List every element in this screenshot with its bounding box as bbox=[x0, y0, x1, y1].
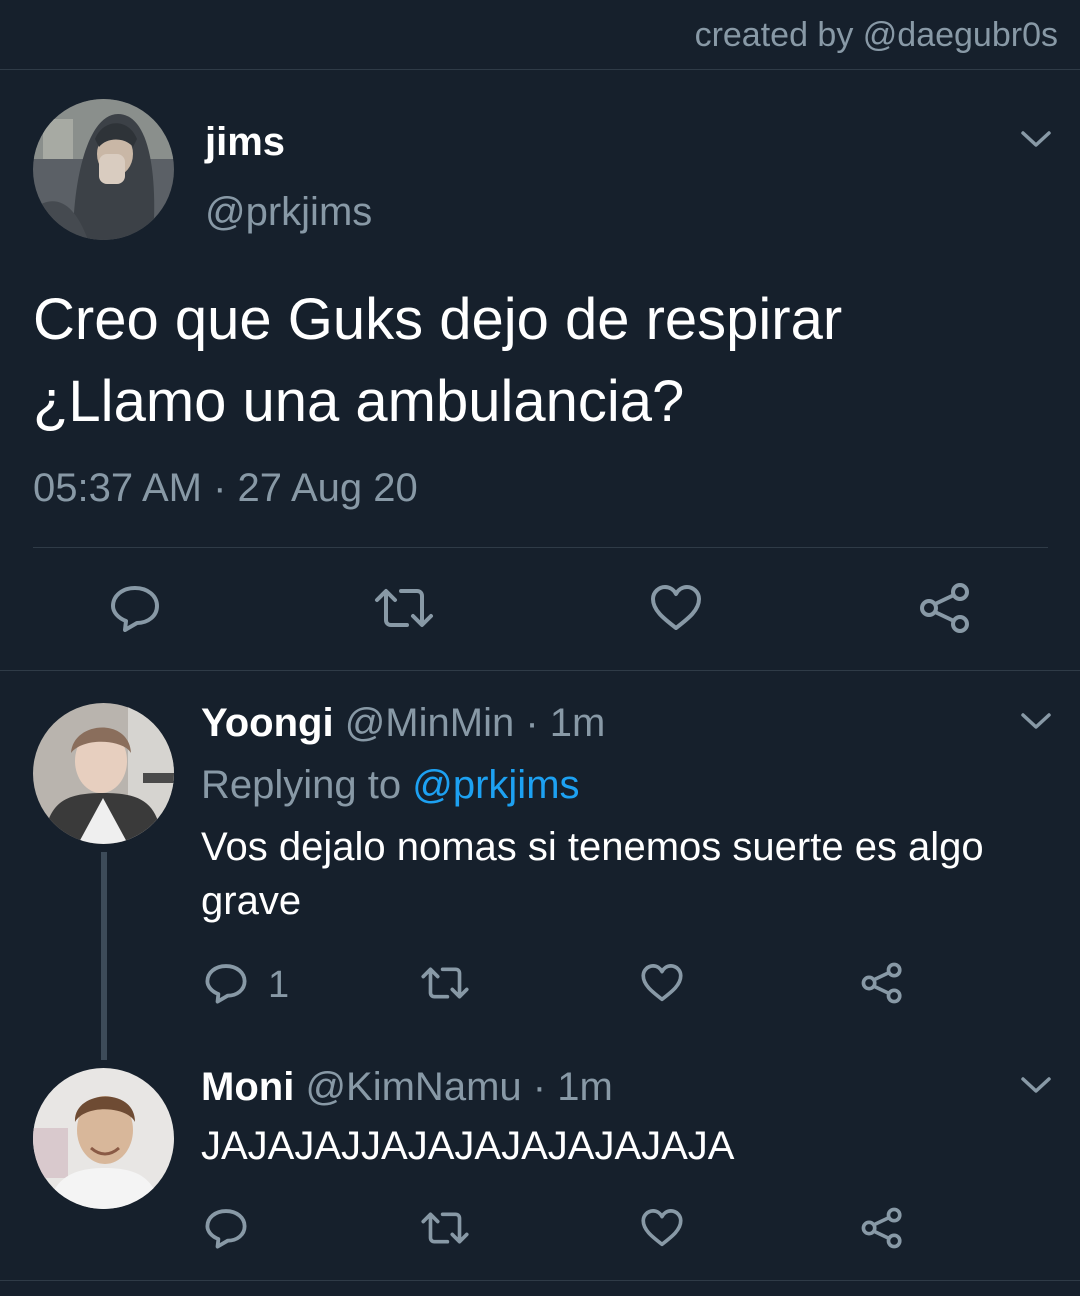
replying-to-handle[interactable]: @prkjims bbox=[412, 763, 579, 807]
reply-header: Moni @KimNamu · 1m bbox=[201, 1065, 613, 1110]
bottom-divider bbox=[0, 1280, 1080, 1281]
header-divider bbox=[0, 69, 1080, 70]
reply-handle[interactable]: @KimNamu bbox=[305, 1065, 521, 1109]
reply-display-name[interactable]: Moni bbox=[201, 1065, 294, 1109]
reply-icon[interactable] bbox=[204, 1207, 248, 1249]
chevron-down-icon[interactable] bbox=[1019, 1074, 1053, 1096]
thread-line bbox=[101, 852, 107, 1060]
share-icon[interactable] bbox=[860, 962, 904, 1004]
reply-header: Yoongi @MinMin · 1m bbox=[201, 701, 605, 746]
reply-time: · 1m bbox=[525, 701, 606, 745]
tweet-timestamp: 05:37 AM · 27 Aug 20 bbox=[33, 466, 418, 510]
reply-count: 1 bbox=[268, 964, 290, 1006]
chevron-down-icon[interactable] bbox=[1019, 710, 1053, 732]
reply-time: · 1m bbox=[532, 1065, 613, 1109]
reply-text-line1: Vos dejalo nomas si tenemos suerte es al… bbox=[201, 825, 984, 869]
reply-text-line2: grave bbox=[201, 879, 302, 923]
tweet-text-line2: ¿Llamo una ambulancia? bbox=[33, 369, 685, 434]
reply-handle[interactable]: @MinMin bbox=[345, 701, 515, 745]
chevron-down-icon[interactable] bbox=[1019, 128, 1053, 150]
tweet-handle[interactable]: @prkjims bbox=[205, 190, 372, 235]
like-icon[interactable] bbox=[640, 1208, 684, 1248]
retweet-icon[interactable] bbox=[420, 1210, 470, 1246]
reply-text-line1: JAJAJAJJAJAJAJAJAJAJAJA bbox=[201, 1124, 735, 1168]
avatar-jims[interactable] bbox=[33, 99, 174, 240]
tweet-display-name[interactable]: jims bbox=[205, 120, 285, 165]
retweet-icon[interactable] bbox=[373, 586, 435, 630]
replying-to: Replying to @prkjims bbox=[201, 763, 580, 808]
section-divider bbox=[0, 670, 1080, 671]
retweet-icon[interactable] bbox=[420, 965, 470, 1001]
like-icon[interactable] bbox=[640, 963, 684, 1003]
reply-icon[interactable] bbox=[204, 962, 248, 1004]
reply-icon[interactable] bbox=[109, 584, 161, 632]
tweet-divider bbox=[33, 547, 1048, 548]
avatar-yoongi[interactable] bbox=[33, 703, 174, 844]
like-icon[interactable] bbox=[649, 584, 703, 632]
reply-display-name[interactable]: Yoongi bbox=[201, 701, 334, 745]
replying-to-label: Replying to bbox=[201, 763, 402, 807]
tweet-text-line1: Creo que Guks dejo de respirar bbox=[33, 287, 843, 352]
avatar-moni[interactable] bbox=[33, 1068, 174, 1209]
share-icon[interactable] bbox=[918, 582, 972, 634]
credit-text: created by @daegubr0s bbox=[694, 16, 1058, 54]
share-icon[interactable] bbox=[860, 1207, 904, 1249]
